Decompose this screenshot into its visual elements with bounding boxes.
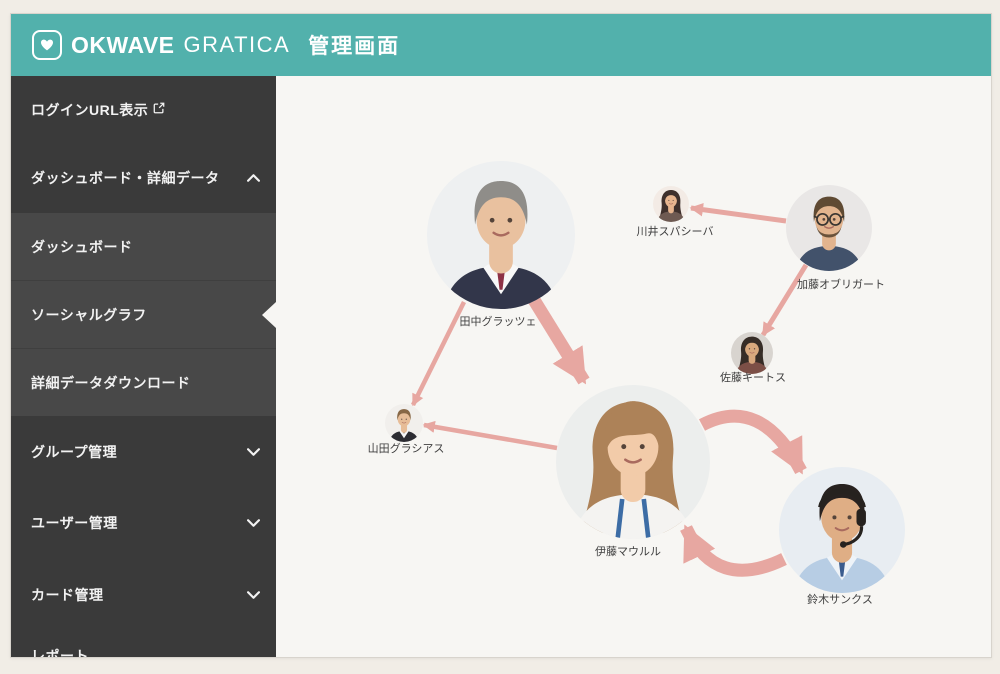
sidebar-item-report[interactable]: レポート xyxy=(11,630,276,657)
sidebar-item-login-url[interactable]: ログインURL表示 xyxy=(11,76,276,143)
graph-node-label-tanaka: 田中グラッツェ xyxy=(460,315,537,329)
external-link-icon xyxy=(153,102,165,114)
graph-node-label-sato: 佐藤キートス xyxy=(720,371,786,385)
sidebar-item-label: カード管理 xyxy=(31,585,104,605)
avatar-photo xyxy=(779,467,905,593)
graph-node-sato[interactable] xyxy=(731,332,773,374)
sidebar-item-label: 詳細データダウンロード xyxy=(31,373,191,393)
graph-node-label-kato: 加藤オブリガート xyxy=(797,278,885,292)
brand-gratica: GRATICA xyxy=(184,32,291,58)
sidebar-item-label: レポート xyxy=(31,646,89,657)
chevron-down-icon xyxy=(247,591,260,599)
avatar-photo xyxy=(731,332,773,374)
edge-kato-sato xyxy=(763,265,806,335)
page: { "header": { "brand": "OKWAVE", "produc… xyxy=(0,0,1000,674)
chevron-up-icon xyxy=(247,174,260,182)
sidebar-item-card-management[interactable]: カード管理 xyxy=(11,559,276,630)
graph-node-kato[interactable] xyxy=(786,185,872,271)
graph-node-tanaka[interactable] xyxy=(427,161,575,309)
sidebar-item-label: ユーザー管理 xyxy=(31,513,118,533)
avatar-photo xyxy=(556,385,710,539)
graph-node-label-yamada: 山田グラシアス xyxy=(368,442,445,456)
avatar-photo xyxy=(786,185,872,271)
edge-suzuki-ito xyxy=(686,528,784,570)
sidebar-item-group-management[interactable]: グループ管理 xyxy=(11,416,276,487)
page-title: 管理画面 xyxy=(308,30,400,60)
sidebar-item-label: ダッシュボード・詳細データ xyxy=(31,168,220,188)
sidebar-item-label: ソーシャルグラフ xyxy=(31,305,147,325)
graph-node-label-kawai: 川井スパシーバ xyxy=(637,225,714,239)
sidebar-item-social-graph[interactable]: ソーシャルグラフ xyxy=(11,280,276,348)
sidebar-item-label: ダッシュボード xyxy=(31,237,133,257)
edge-ito-suzuki xyxy=(702,416,801,471)
sidebar-item-label: ログインURL表示 xyxy=(31,100,148,120)
sidebar-submenu: ダッシュボード ソーシャルグラフ 詳細データダウンロード xyxy=(11,213,276,416)
sidebar-item-label: グループ管理 xyxy=(31,442,117,462)
admin-window: OKWAVE GRATICA 管理画面 ログインURL表示 ダッシュボード・詳細… xyxy=(10,13,992,658)
sidebar-item-user-management[interactable]: ユーザー管理 xyxy=(11,487,276,559)
sidebar-item-dashboard-detail-data[interactable]: ダッシュボード・詳細データ xyxy=(11,143,276,213)
okwave-heart-logo-icon xyxy=(32,30,62,60)
sidebar-item-detail-data-download[interactable]: 詳細データダウンロード xyxy=(11,348,276,416)
avatar-photo xyxy=(385,404,423,442)
graph-node-label-ito: 伊藤マウルル xyxy=(595,545,661,559)
brand-okwave: OKWAVE xyxy=(71,32,175,59)
graph-node-kawai[interactable] xyxy=(653,186,689,222)
sidebar: ログインURL表示 ダッシュボード・詳細データ ダッシュボード ソーシャルグラフ xyxy=(11,76,276,657)
avatar-photo xyxy=(427,161,575,309)
graph-node-label-suzuki: 鈴木サンクス xyxy=(807,593,873,607)
graph-node-suzuki[interactable] xyxy=(779,467,905,593)
edge-tanaka-yamada xyxy=(413,302,464,405)
graph-node-yamada[interactable] xyxy=(385,404,423,442)
edge-kato-kawai xyxy=(691,208,786,221)
sidebar-item-dashboard[interactable]: ダッシュボード xyxy=(11,213,276,280)
active-item-notch xyxy=(262,302,276,328)
graph-node-ito[interactable] xyxy=(556,385,710,539)
edge-tanaka-ito xyxy=(534,300,584,381)
chevron-down-icon xyxy=(247,448,260,456)
app-header: OKWAVE GRATICA 管理画面 xyxy=(11,14,991,76)
social-graph-canvas: 田中グラッツェ 川井スパシーバ加藤オブリガート佐藤キートス山田グラシアス伊藤マウル… xyxy=(276,76,991,657)
avatar-photo xyxy=(653,186,689,222)
chevron-down-icon xyxy=(247,519,260,527)
